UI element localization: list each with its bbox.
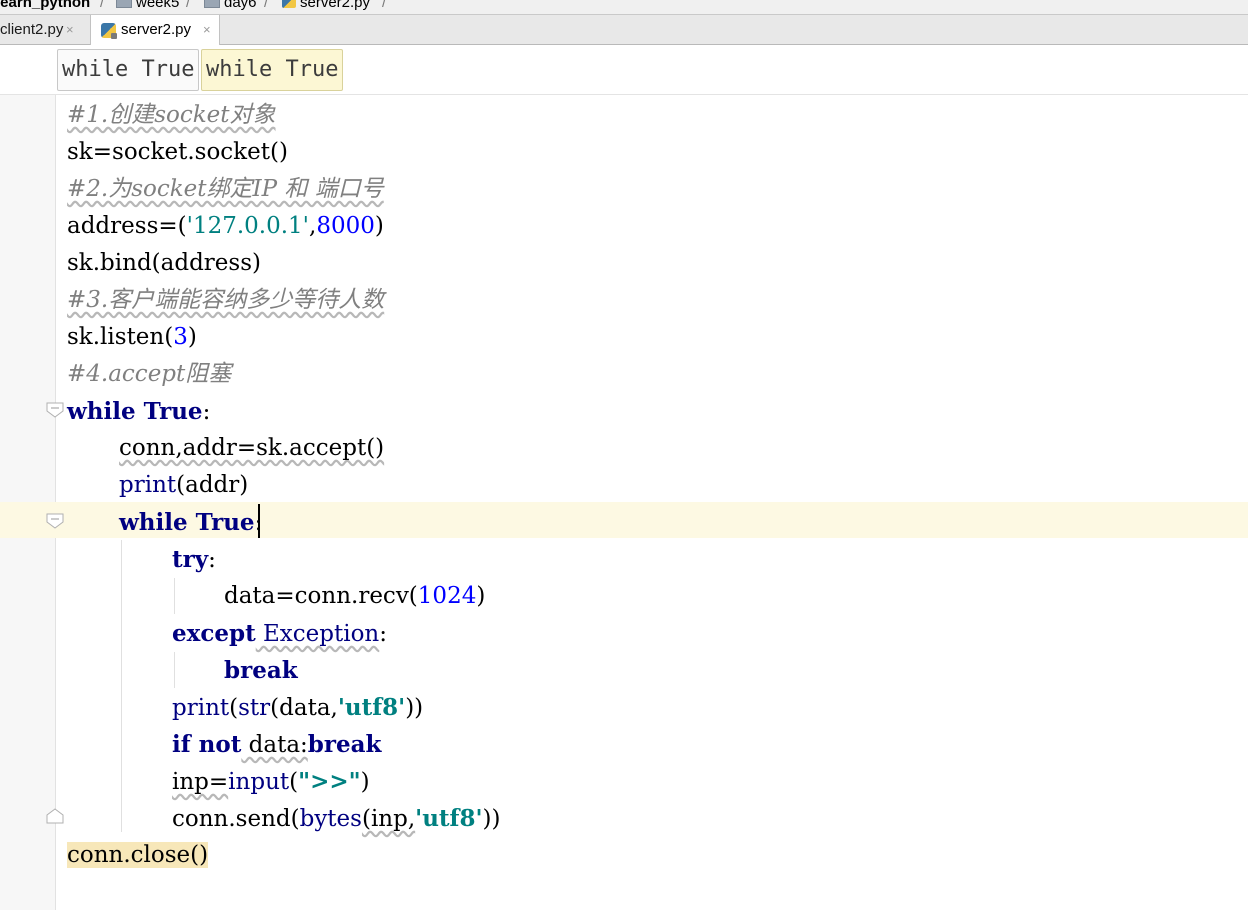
string-literal: 'utf8' — [415, 805, 483, 832]
number-literal: 8000 — [316, 213, 375, 239]
keyword: if not — [172, 731, 242, 758]
code-text: ) — [476, 583, 486, 609]
code-line-1: #1.创建socket对象 — [67, 97, 276, 134]
code-text: : — [202, 399, 211, 425]
code-line-19: inp=input(">>") — [172, 763, 370, 800]
statement: conn,addr=sk.accept() — [119, 435, 385, 461]
number-literal: 1024 — [417, 583, 477, 609]
code-text: sk.listen( — [67, 324, 174, 350]
text-cursor — [258, 504, 260, 538]
code-line-16: break — [224, 652, 298, 689]
comment: #2.为socket绑定IP 和 端口号 — [67, 176, 384, 202]
statement: sk=socket.socket() — [67, 139, 288, 165]
code-line-12: while True: — [119, 504, 262, 541]
builtin: str — [238, 695, 271, 721]
comment: #3.客户端能容纳多少等待人数 — [67, 287, 385, 313]
code-text: (addr) — [176, 472, 249, 498]
string-literal: 'utf8' — [337, 694, 406, 721]
code-line-3: #2.为socket绑定IP 和 端口号 — [67, 171, 384, 208]
code-text: )) — [405, 695, 424, 721]
keyword: break — [224, 657, 298, 684]
builtin: print — [172, 695, 230, 721]
code-text: : — [379, 621, 387, 647]
statement: conn.close() — [67, 842, 209, 868]
code-line-20: conn.send(bytes(inp,'utf8')) — [172, 800, 500, 837]
comment: #4.accept阻塞 — [67, 361, 232, 387]
code-text: conn.send( — [172, 806, 300, 832]
code-line-5: sk.bind(address) — [67, 245, 261, 282]
code-line-14: data=conn.recv(1024) — [224, 578, 485, 615]
code-text: ) — [187, 324, 197, 350]
code-text: )) — [482, 806, 501, 832]
keyword: while True — [119, 509, 255, 536]
code-text: ) — [374, 213, 384, 239]
code-line-21: conn.close() — [67, 837, 209, 874]
statement: sk.bind(address) — [67, 250, 261, 276]
string-literal: '127.0.0.1' — [186, 213, 310, 239]
code-line-6: #3.客户端能容纳多少等待人数 — [67, 282, 384, 319]
code-line-10: conn,addr=sk.accept() — [119, 430, 384, 467]
code-text: address=( — [67, 213, 187, 239]
code-line-18: if not data:break — [172, 726, 381, 763]
code-text: : — [208, 547, 216, 573]
code-line-13: try: — [172, 541, 216, 578]
code-text: inp= — [172, 769, 229, 795]
builtin: input — [228, 769, 290, 795]
code-text: ( — [289, 769, 299, 795]
comment: #1.创建socket对象 — [67, 102, 276, 128]
keyword: except — [172, 620, 256, 647]
code-line-15: except Exception: — [172, 615, 387, 652]
code-text: ( — [229, 695, 239, 721]
code-line-8: #4.accept阻塞 — [67, 356, 231, 393]
code-line-2: sk=socket.socket() — [67, 134, 288, 171]
code-editor[interactable]: #1.创建socket对象 sk=socket.socket() #2.为soc… — [0, 0, 1248, 910]
builtin: bytes — [299, 806, 362, 832]
code-line-11: print(addr) — [119, 467, 248, 504]
code-line-9: while True: — [67, 393, 210, 430]
string-literal: ">>" — [298, 768, 361, 795]
keyword: while True — [67, 398, 203, 425]
number-literal: 3 — [173, 324, 188, 350]
code-text: (data, — [270, 695, 338, 721]
code-line-4: address=('127.0.0.1',8000) — [67, 208, 384, 245]
keyword: try — [172, 546, 209, 573]
builtin: print — [119, 472, 177, 498]
code-text: ) — [360, 769, 370, 795]
keyword: break — [307, 731, 382, 758]
code-line-17: print(str(data,'utf8')) — [172, 689, 423, 726]
code-text: (inp, — [361, 806, 416, 832]
code-text: data: — [241, 732, 308, 758]
builtin: Exception — [255, 621, 380, 647]
code-line-7: sk.listen(3) — [67, 319, 197, 356]
code-text: data=conn.recv( — [224, 583, 418, 609]
